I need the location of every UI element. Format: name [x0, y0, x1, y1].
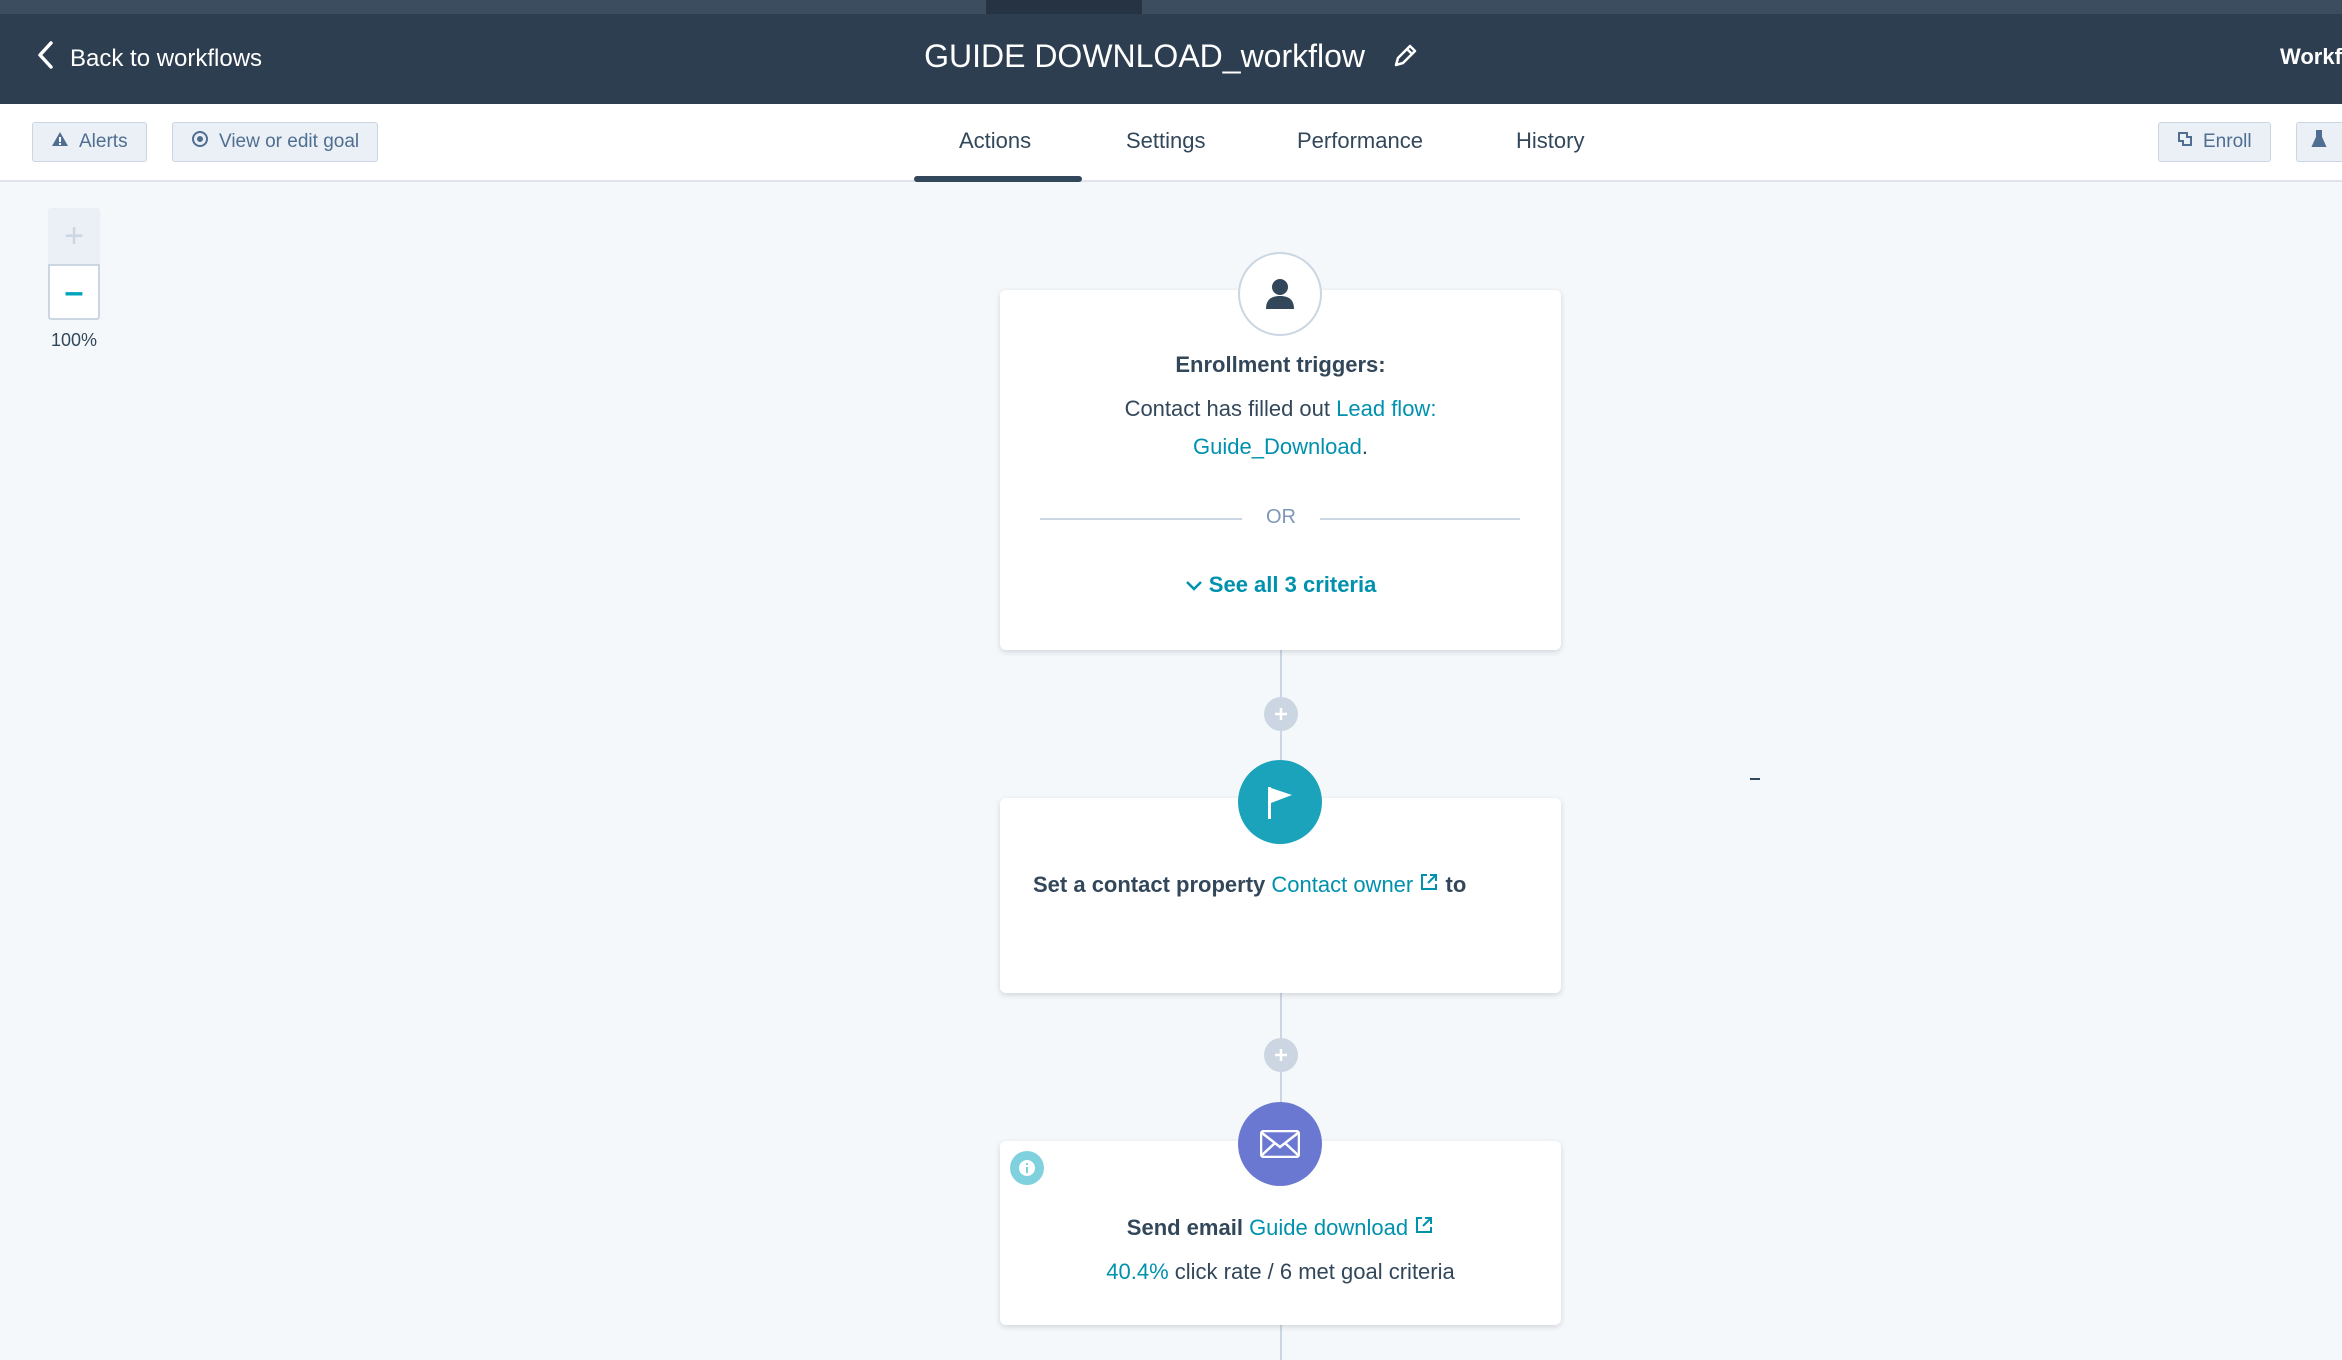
sub-navigation: Alerts View or edit goal Actions Setting…: [0, 104, 2342, 182]
click-rate-text: click rate / 6 met goal criteria: [1168, 1259, 1455, 1284]
trigger-description: Contact has filled out Lead flow: Guide_…: [1000, 390, 1561, 466]
add-action-button[interactable]: [1264, 1038, 1298, 1072]
info-icon[interactable]: [1010, 1151, 1044, 1185]
guide-download-email-link[interactable]: Guide download: [1249, 1215, 1408, 1240]
see-all-criteria-link[interactable]: See all 3 criteria: [1000, 572, 1561, 598]
set-property-text: Set a contact property Contact owner to: [1033, 872, 1466, 898]
set-property-label: Set a contact property: [1033, 872, 1272, 897]
zoom-out-button[interactable]: –: [48, 264, 100, 320]
contact-icon: [1238, 252, 1322, 336]
trigger-heading: Enrollment triggers:: [1175, 352, 1386, 377]
email-stats: 40.4% click rate / 6 met goal criteria: [1000, 1259, 1561, 1285]
goal-icon: [191, 130, 209, 154]
stray-dash: [1750, 778, 1760, 780]
workflow-title: GUIDE DOWNLOAD_workflow: [924, 38, 1366, 74]
tab-settings[interactable]: Settings: [1126, 128, 1206, 154]
enroll-icon: [2177, 131, 2193, 153]
workflows-label[interactable]: Workflows: [2280, 44, 2342, 70]
tab-actions[interactable]: Actions: [959, 128, 1031, 154]
top-strip-tab: [986, 0, 1142, 14]
active-tab-indicator: [914, 176, 1082, 182]
click-rate-value: 40.4%: [1106, 1259, 1169, 1284]
enrollment-trigger-card[interactable]: Enrollment triggers: Contact has filled …: [1000, 290, 1561, 650]
zoom-in-button[interactable]: +: [48, 208, 100, 264]
alerts-label: Alerts: [79, 131, 128, 152]
plus-icon: [1275, 708, 1287, 720]
flag-icon: [1238, 760, 1322, 844]
zoom-level: 100%: [50, 330, 98, 350]
external-link-icon[interactable]: [1419, 872, 1445, 897]
test-button[interactable]: [2296, 122, 2342, 162]
connector-line: [1280, 1325, 1282, 1360]
top-strip: [0, 0, 2342, 14]
alerts-button[interactable]: Alerts: [32, 122, 147, 162]
enroll-button[interactable]: Enroll: [2158, 122, 2271, 162]
workflow-title-container: GUIDE DOWNLOAD_workflow: [0, 38, 2342, 77]
or-divider-right: [1320, 518, 1520, 520]
lead-flow-link[interactable]: Lead flow:: [1336, 396, 1436, 421]
set-property-suffix: to: [1445, 872, 1467, 897]
pencil-icon[interactable]: [1392, 40, 1418, 77]
flask-icon: [2311, 130, 2327, 154]
email-icon: [1238, 1102, 1322, 1186]
enroll-label: Enroll: [2203, 131, 2252, 152]
zoom-control: + – 100%: [48, 208, 100, 351]
or-label: OR: [1266, 506, 1296, 528]
send-email-label: Send email: [1126, 1215, 1250, 1240]
warning-icon: [51, 131, 69, 153]
trigger-suffix: .: [1361, 434, 1368, 459]
tab-history[interactable]: History: [1516, 128, 1584, 154]
goal-label: View or edit goal: [219, 131, 360, 152]
external-link-icon[interactable]: [1414, 1215, 1434, 1240]
add-action-button[interactable]: [1264, 697, 1298, 731]
tab-performance[interactable]: Performance: [1297, 128, 1423, 154]
chevron-down-icon: [1185, 572, 1209, 597]
guide-download-link[interactable]: Guide_Download: [1193, 434, 1362, 459]
contact-owner-link[interactable]: Contact owner: [1271, 872, 1413, 897]
top-header: Back to workflows GUIDE DOWNLOAD_workflo…: [0, 0, 2342, 104]
or-divider-left: [1040, 518, 1242, 520]
view-edit-goal-button[interactable]: View or edit goal: [172, 122, 379, 162]
plus-icon: [1275, 1049, 1287, 1061]
see-all-label: See all 3 criteria: [1208, 572, 1377, 597]
send-email-text: Send email Guide download: [1000, 1215, 1561, 1241]
trigger-text: Contact has filled out: [1124, 396, 1337, 421]
